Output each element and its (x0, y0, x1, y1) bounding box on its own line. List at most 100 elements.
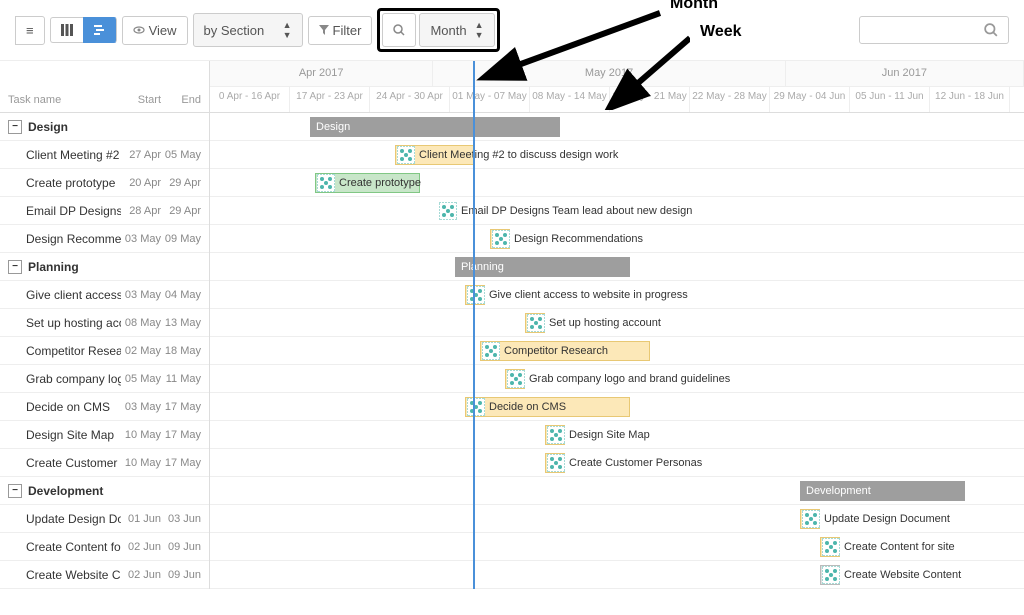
task-bar[interactable]: Set up hosting account (525, 313, 545, 333)
avatar-icon (822, 538, 840, 556)
task-bar[interactable]: Competitor Research (480, 341, 650, 361)
zoom-select[interactable]: Month ▲▼ (419, 13, 494, 47)
start-date: 03 May (121, 233, 161, 245)
section-row[interactable]: −Development (0, 477, 209, 505)
collapse-toggle[interactable]: − (8, 120, 22, 134)
chart-row: Design Recommendations (210, 225, 1024, 253)
end-date: 09 May (161, 233, 201, 245)
caret-icon: ▲▼ (475, 20, 484, 40)
header-end: End (161, 94, 201, 106)
eye-icon (133, 24, 145, 36)
task-row[interactable]: Decide on CMS03 May17 May (0, 393, 209, 421)
timeline-panel: Apr 2017May 2017Jun 2017 0 Apr - 16 Apr1… (210, 61, 1024, 589)
view-mode-gantt[interactable] (83, 17, 117, 43)
task-bar[interactable]: Decide on CMS (465, 397, 630, 417)
end-date: 11 May (161, 373, 201, 385)
section-row[interactable]: −Planning (0, 253, 209, 281)
section-bar[interactable]: Design (310, 117, 560, 137)
task-row[interactable]: Update Design Docume01 Jun03 Jun (0, 505, 209, 533)
task-bar[interactable]: Grab company logo and brand guidelines (505, 369, 525, 389)
bar-label: Create prototype (339, 177, 421, 189)
task-name: Design Site Map (26, 428, 121, 442)
avatar-icon (439, 202, 457, 220)
view-mode-columns[interactable] (50, 17, 83, 43)
week-cell: 24 Apr - 30 Apr (370, 87, 450, 112)
week-cell: 19 J (1010, 87, 1024, 112)
caret-icon: ▲▼ (283, 20, 292, 40)
collapse-toggle[interactable]: − (8, 484, 22, 498)
start-date: 27 Apr (121, 149, 161, 161)
chart-body: Design Client Meeting #2 to discuss desig… (210, 113, 1024, 589)
section-bar[interactable]: Development (800, 481, 965, 501)
chart-row: Planning (210, 253, 1024, 281)
task-rows: −DesignClient Meeting #2 to disc27 Apr05… (0, 113, 209, 589)
task-row[interactable]: Email DP Designs Team28 Apr29 Apr (0, 197, 209, 225)
task-name: Development (28, 484, 121, 498)
avatar-icon (317, 174, 335, 192)
start-date: 10 May (121, 429, 161, 441)
bar-label: Design Site Map (569, 429, 650, 441)
filter-icon (319, 25, 329, 35)
avatar-icon (527, 314, 545, 332)
bar-label: Planning (461, 261, 504, 273)
start-date: 02 Jun (121, 569, 161, 581)
columns-icon (61, 24, 73, 36)
chart-row: Create Customer Personas (210, 449, 1024, 477)
filter-button[interactable]: Filter (308, 16, 373, 45)
task-name: Set up hosting account (26, 316, 121, 330)
task-bar[interactable]: Client Meeting #2 to discuss design work (395, 145, 475, 165)
task-row[interactable]: Create prototype20 Apr29 Apr (0, 169, 209, 197)
chart-row: Create Website Content (210, 561, 1024, 589)
zoom-button[interactable] (382, 13, 416, 47)
avatar-icon (467, 286, 485, 304)
task-bar[interactable]: Email DP Designs Team lead about new des… (438, 201, 692, 221)
task-bar[interactable]: Create prototype (315, 173, 420, 193)
task-bar[interactable]: Create Content for site (820, 537, 840, 557)
task-name: Create Website Content (26, 568, 121, 582)
task-bar[interactable]: Give client access to website in progres… (465, 285, 485, 305)
week-cell: 05 Jun - 11 Jun (850, 87, 930, 112)
avatar-icon (547, 426, 565, 444)
task-bar[interactable]: Create Website Content (820, 565, 840, 585)
task-name: Create Customer Person (26, 456, 121, 470)
task-row[interactable]: Competitor Research02 May18 May (0, 337, 209, 365)
start-date: 01 Jun (121, 513, 161, 525)
bar-label: Client Meeting #2 to discuss design work (419, 149, 618, 161)
timeline-header: Apr 2017May 2017Jun 2017 0 Apr - 16 Apr1… (210, 61, 1024, 113)
search-input[interactable] (859, 16, 1009, 44)
task-row[interactable]: Create Website Content02 Jun09 Jun (0, 561, 209, 589)
task-row[interactable]: Create Content for site02 Jun09 Jun (0, 533, 209, 561)
task-row[interactable]: Client Meeting #2 to disc27 Apr05 May (0, 141, 209, 169)
task-row[interactable]: Design Site Map10 May17 May (0, 421, 209, 449)
task-row[interactable]: Give client access to we03 May04 May (0, 281, 209, 309)
task-row[interactable]: Set up hosting account08 May13 May (0, 309, 209, 337)
task-list-header: Task name Start End (0, 61, 209, 113)
chart-row: Design (210, 113, 1024, 141)
group-by-select[interactable]: by Section ▲▼ (193, 13, 303, 47)
section-row[interactable]: −Design (0, 113, 209, 141)
task-bar[interactable]: Create Customer Personas (545, 453, 565, 473)
bar-label: Email DP Designs Team lead about new des… (461, 205, 692, 217)
task-row[interactable]: Create Customer Person10 May17 May (0, 449, 209, 477)
chart-row: Set up hosting account (210, 309, 1024, 337)
task-row[interactable]: Grab company logo and05 May11 May (0, 365, 209, 393)
chart-row: Grab company logo and brand guidelines (210, 365, 1024, 393)
task-bar[interactable]: Design Recommendations (490, 229, 510, 249)
task-bar[interactable]: Design Site Map (545, 425, 565, 445)
start-date: 28 Apr (121, 205, 161, 217)
task-bar[interactable]: Update Design Document (800, 509, 820, 529)
annotation-week: Week (700, 23, 742, 41)
section-bar[interactable]: Planning (455, 257, 630, 277)
collapse-toggle[interactable]: − (8, 260, 22, 274)
menu-button[interactable]: ≡ (15, 16, 45, 45)
group-by-value: by Section (204, 23, 265, 38)
start-date: 02 May (121, 345, 161, 357)
task-row[interactable]: Design Recommendatio03 May09 May (0, 225, 209, 253)
end-date: 13 May (161, 317, 201, 329)
toolbar: ≡ View by Section ▲▼ Filter Month ▲▼ Mon… (0, 0, 1024, 61)
view-button[interactable]: View (122, 16, 188, 45)
end-date: 04 May (161, 289, 201, 301)
task-name: Planning (28, 260, 121, 274)
chart-row: Client Meeting #2 to discuss design work (210, 141, 1024, 169)
avatar-icon (397, 146, 415, 164)
